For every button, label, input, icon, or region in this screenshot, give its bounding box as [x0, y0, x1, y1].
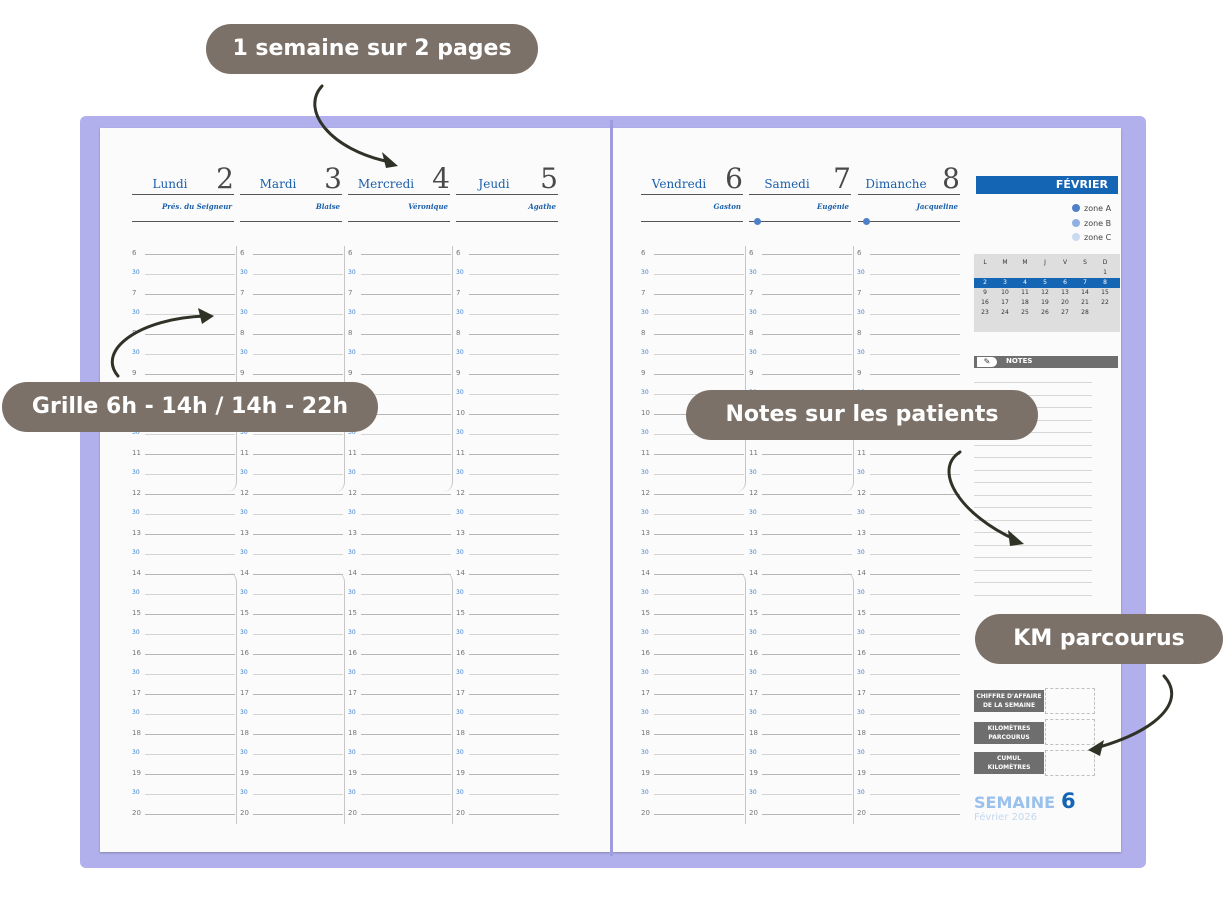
callout-semaine: 1 semaine sur 2 pages [206, 24, 538, 74]
callout-notes: Notes sur les patients [686, 390, 1038, 440]
callout-grille: Grille 6h - 14h / 14h - 22h [2, 382, 378, 432]
callout-arrows [110, 84, 1174, 756]
arrow-grille-icon [110, 314, 208, 378]
callout-km: KM parcourus [975, 614, 1223, 664]
arrow-semaine-icon [313, 84, 392, 164]
arrow-notes-icon [947, 450, 1018, 542]
arrow-km-icon [1094, 674, 1174, 750]
